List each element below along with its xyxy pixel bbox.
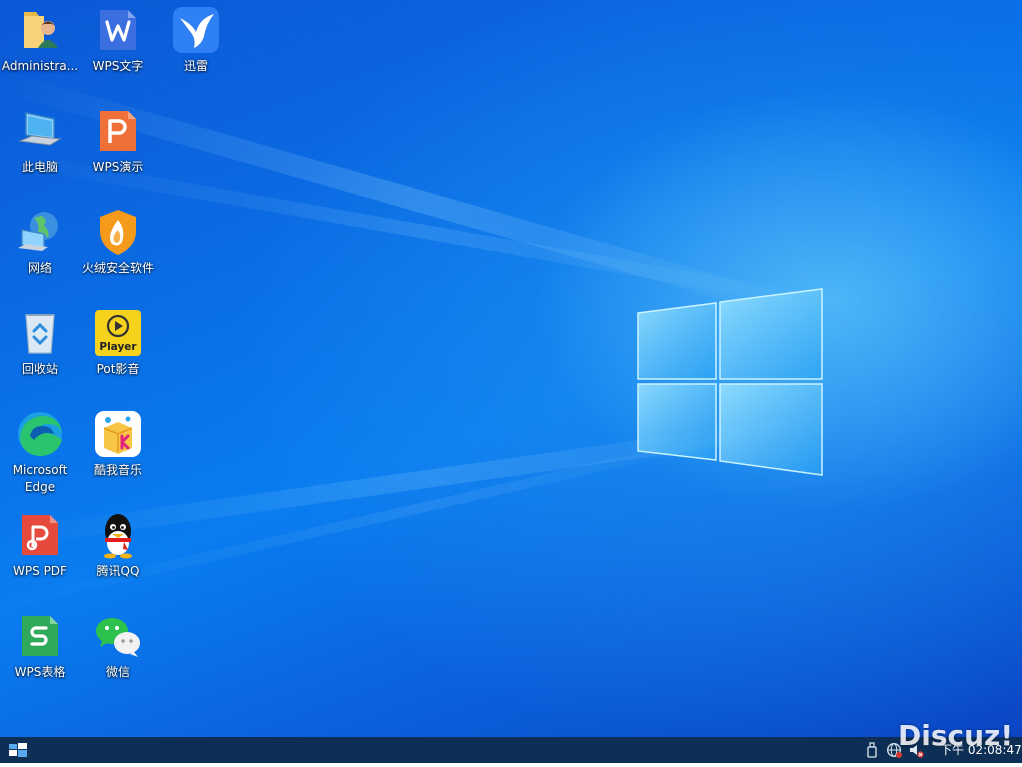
windows-logo-wallpaper xyxy=(636,287,824,477)
icon-label: 微信 xyxy=(105,665,130,679)
icon-label: 网络 xyxy=(27,261,52,275)
qq-icon xyxy=(94,511,142,559)
desktop-icon-potplayer[interactable]: Player Pot影音 xyxy=(79,309,157,378)
edge-icon xyxy=(16,410,64,458)
icon-label: WPS表格 xyxy=(14,665,66,679)
icon-label: 腾讯QQ xyxy=(96,564,140,578)
desktop-icon-recycle-bin[interactable]: 回收站 xyxy=(1,309,79,378)
usb-drive-icon[interactable] xyxy=(864,742,880,758)
icon-label: WPS PDF xyxy=(13,564,67,578)
xunlei-icon xyxy=(172,6,220,54)
network-icon xyxy=(16,208,64,256)
desktop-icon-wps-spreadsheet[interactable]: WPS表格 xyxy=(1,612,79,681)
desktop-icon-edge[interactable]: Microsoft Edge xyxy=(1,410,79,496)
volume-muted-icon[interactable] xyxy=(908,742,924,758)
wps-presentation-icon xyxy=(94,107,142,155)
taskbar-clock[interactable]: 下午 02:08:47 xyxy=(940,744,1022,757)
wechat-icon xyxy=(94,612,142,660)
icon-label: Administra... xyxy=(1,59,79,73)
icon-label: 此电脑 xyxy=(21,160,58,174)
icon-label: WPS文字 xyxy=(92,59,144,73)
icon-label: 酷我音乐 xyxy=(93,463,142,477)
this-pc-icon xyxy=(16,107,64,155)
desktop-icon-kuwo[interactable]: 酷我音乐 xyxy=(79,410,157,479)
desktop-icon-wps-writer[interactable]: WPS文字 xyxy=(79,6,157,75)
wps-pdf-icon xyxy=(16,511,64,559)
wps-writer-icon xyxy=(94,6,142,54)
icon-label: Microsoft Edge xyxy=(12,463,68,494)
desktop-icon-huorong[interactable]: 火绒安全软件 xyxy=(79,208,157,277)
desktop-icon-xunlei[interactable]: 迅雷 xyxy=(157,6,235,75)
kuwo-icon xyxy=(94,410,142,458)
recycle-bin-icon xyxy=(16,309,64,357)
potplayer-glyph-text: Player xyxy=(99,341,137,353)
icon-label: Pot影音 xyxy=(96,362,140,376)
icon-label: 迅雷 xyxy=(183,59,208,73)
wps-spreadsheet-icon xyxy=(16,612,64,660)
desktop-icon-this-pc[interactable]: 此电脑 xyxy=(1,107,79,176)
taskbar: 下午 02:08:47 xyxy=(0,737,1022,763)
windows-start-icon xyxy=(9,743,27,757)
folder-user-icon xyxy=(16,6,64,54)
desktop-icon-wps-presentation[interactable]: WPS演示 xyxy=(79,107,157,176)
huorong-icon xyxy=(94,208,142,256)
desktop[interactable]: Administra... WPS文字 迅雷 此电脑 WPS演示 网络 火绒安全… xyxy=(0,0,1022,737)
desktop-icon-qq[interactable]: 腾讯QQ xyxy=(79,511,157,580)
icon-label: 火绒安全软件 xyxy=(81,261,154,275)
desktop-icon-wechat[interactable]: 微信 xyxy=(79,612,157,681)
icon-label: 回收站 xyxy=(21,362,58,376)
network-globe-icon[interactable] xyxy=(886,742,902,758)
desktop-icon-wps-pdf[interactable]: WPS PDF xyxy=(1,511,79,580)
start-button[interactable] xyxy=(0,737,36,763)
icon-label: WPS演示 xyxy=(92,160,144,174)
desktop-icon-administrator[interactable]: Administra... xyxy=(1,6,79,75)
potplayer-icon: Player xyxy=(94,309,142,357)
desktop-icon-network[interactable]: 网络 xyxy=(1,208,79,277)
